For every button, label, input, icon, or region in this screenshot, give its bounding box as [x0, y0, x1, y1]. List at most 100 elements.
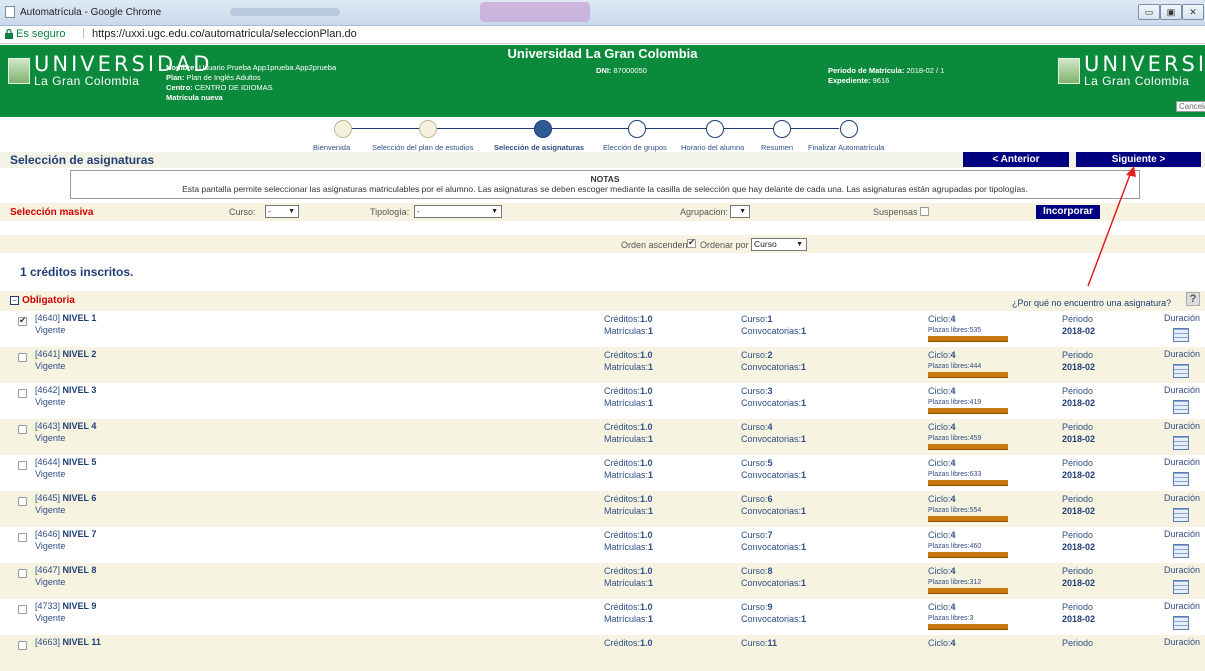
subject-checkbox[interactable]: [18, 605, 27, 614]
step-label: Finalizar Automatrícula: [808, 143, 885, 152]
duracion-label: Duración: [1164, 493, 1201, 503]
periodo-value: 2018-02 / 1: [906, 66, 945, 75]
subject-checkbox[interactable]: [18, 353, 27, 362]
subject-status: Vigente: [35, 433, 66, 443]
creditos-value: 1.0: [640, 350, 653, 360]
subject-code[interactable]: [4640] NIVEL 1: [35, 313, 96, 323]
matriculas-value: 1: [648, 362, 654, 372]
calendar-icon[interactable]: [1173, 508, 1189, 522]
calendar-icon[interactable]: [1173, 544, 1189, 558]
subject-name[interactable]: NIVEL 7: [63, 529, 97, 539]
curso-value: 11: [767, 638, 778, 648]
incorporar-button[interactable]: Incorporar: [1036, 205, 1100, 219]
calendar-icon[interactable]: [1173, 436, 1189, 450]
matriculas-value: 1: [648, 470, 654, 480]
previous-button[interactable]: < Anterior: [963, 152, 1069, 167]
help-icon[interactable]: ?: [1186, 292, 1200, 306]
step-circle-plan[interactable]: [419, 120, 437, 138]
ordenar-por-select[interactable]: Curso ▼: [751, 238, 807, 251]
subject-checkbox[interactable]: [18, 497, 27, 506]
subject-checkbox[interactable]: [18, 425, 27, 434]
matricula-type: Matrícula nueva: [166, 93, 223, 102]
subject-code[interactable]: [4733] NIVEL 9: [35, 601, 96, 611]
subject-name[interactable]: NIVEL 6: [63, 493, 97, 503]
calendar-icon[interactable]: [1173, 472, 1189, 486]
close-button[interactable]: ✕: [1182, 4, 1204, 20]
curso-value: 1: [767, 314, 773, 324]
chevron-down-icon: ▼: [288, 208, 295, 215]
curso-value: 2: [767, 350, 773, 360]
subject-checkbox[interactable]: [18, 461, 27, 470]
periodo-cell: Periodo 2018-02: [1062, 314, 1096, 336]
plazas-bar: [928, 408, 1008, 414]
subject-name[interactable]: NIVEL 11: [63, 637, 101, 647]
subject-name[interactable]: NIVEL 2: [63, 349, 97, 359]
subject-code[interactable]: [4645] NIVEL 6: [35, 493, 96, 503]
progress-steps: Bienvenida Selección del plan de estudio…: [0, 118, 1205, 152]
student-info: Nombre: Usuario Prueba App1prueba App2pr…: [166, 63, 336, 103]
subject-checkbox[interactable]: [18, 389, 27, 398]
subject-code[interactable]: [4647] NIVEL 8: [35, 565, 96, 575]
step-circle-horario[interactable]: [706, 120, 724, 138]
periodo-cell: Periodo 2018-02: [1062, 458, 1096, 480]
collapse-toggle-icon[interactable]: −: [10, 296, 19, 305]
subject-code[interactable]: [4663] NIVEL 11: [35, 637, 101, 647]
maximize-button[interactable]: ▣: [1160, 4, 1182, 20]
calendar-icon[interactable]: [1173, 400, 1189, 414]
step-label: Resumen: [761, 143, 794, 152]
step-circle-bienvenida[interactable]: [334, 120, 352, 138]
creditos-cell: Créditos:1.0 Matrículas:1: [604, 350, 654, 372]
curso-cell: Curso:3 Convocatorias:1: [741, 386, 807, 408]
calendar-icon[interactable]: [1173, 616, 1189, 630]
subject-code[interactable]: [4643] NIVEL 4: [35, 421, 96, 431]
step-circle-finalizar[interactable]: [840, 120, 858, 138]
tipologia-select[interactable]: - ▼: [414, 205, 502, 218]
ciclo-value: 4: [950, 530, 956, 540]
periodo-value: 2018-02: [1062, 614, 1096, 624]
subject-row: [4733] NIVEL 9 Vigente Créditos:1.0 Matrícu…: [0, 599, 1205, 635]
subject-code[interactable]: [4644] NIVEL 5: [35, 457, 96, 467]
convocatorias-value: 1: [801, 506, 807, 516]
subject-name[interactable]: NIVEL 4: [63, 421, 97, 431]
step-circle-resumen[interactable]: [773, 120, 791, 138]
next-button[interactable]: Siguiente >: [1076, 152, 1201, 167]
curso-cell: Curso:4 Convocatorias:1: [741, 422, 807, 444]
calendar-icon[interactable]: [1173, 328, 1189, 342]
secure-label: Es seguro: [16, 28, 66, 40]
cancel-button[interactable]: Cancelar: [1176, 101, 1205, 112]
url-text[interactable]: https://uxxi.ugc.edu.co/automatricula/se…: [92, 28, 357, 40]
page-title: Selección de asignaturas: [10, 153, 155, 167]
calendar-icon[interactable]: [1173, 364, 1189, 378]
curso-cell: Curso:11: [741, 638, 778, 648]
curso-cell: Curso:9 Convocatorias:1: [741, 602, 807, 624]
orden-ascendente-checkbox[interactable]: [687, 237, 696, 248]
subject-checkbox[interactable]: [18, 641, 27, 650]
step-circle-asignaturas[interactable]: [534, 120, 552, 138]
curso-cell: Curso:7 Convocatorias:1: [741, 530, 807, 552]
suspensas-checkbox[interactable]: [920, 207, 929, 216]
minimize-button[interactable]: ▭: [1138, 4, 1160, 20]
calendar-icon[interactable]: [1173, 580, 1189, 594]
creditos-inscritos: 1 créditos inscritos.: [20, 265, 134, 279]
agrupacion-select[interactable]: ▼: [730, 205, 750, 218]
why-not-found-link[interactable]: ¿Por qué no encuentro una asignatura?: [1012, 298, 1171, 308]
subject-name[interactable]: NIVEL 5: [63, 457, 97, 467]
subject-code[interactable]: [4641] NIVEL 2: [35, 349, 96, 359]
subject-name[interactable]: NIVEL 1: [63, 313, 97, 323]
subject-checkbox[interactable]: [18, 569, 27, 578]
subject-name[interactable]: NIVEL 9: [63, 601, 97, 611]
ciclo-cell: Ciclo:4: [928, 638, 956, 648]
convocatorias-value: 1: [801, 326, 807, 336]
creditos-value: 1.0: [640, 638, 653, 648]
step-circle-grupos[interactable]: [628, 120, 646, 138]
subject-code[interactable]: [4646] NIVEL 7: [35, 529, 96, 539]
curso-select[interactable]: - ▼: [265, 205, 299, 218]
duracion-label: Duración: [1164, 385, 1201, 395]
subject-name[interactable]: NIVEL 3: [63, 385, 97, 395]
subject-checkbox[interactable]: [18, 315, 27, 326]
subject-checkbox[interactable]: [18, 533, 27, 542]
address-bar[interactable]: Es seguro | https://uxxi.ugc.edu.co/auto…: [0, 26, 1205, 44]
subject-name[interactable]: NIVEL 8: [63, 565, 97, 575]
subject-code[interactable]: [4642] NIVEL 3: [35, 385, 96, 395]
shield-icon: [8, 57, 30, 84]
